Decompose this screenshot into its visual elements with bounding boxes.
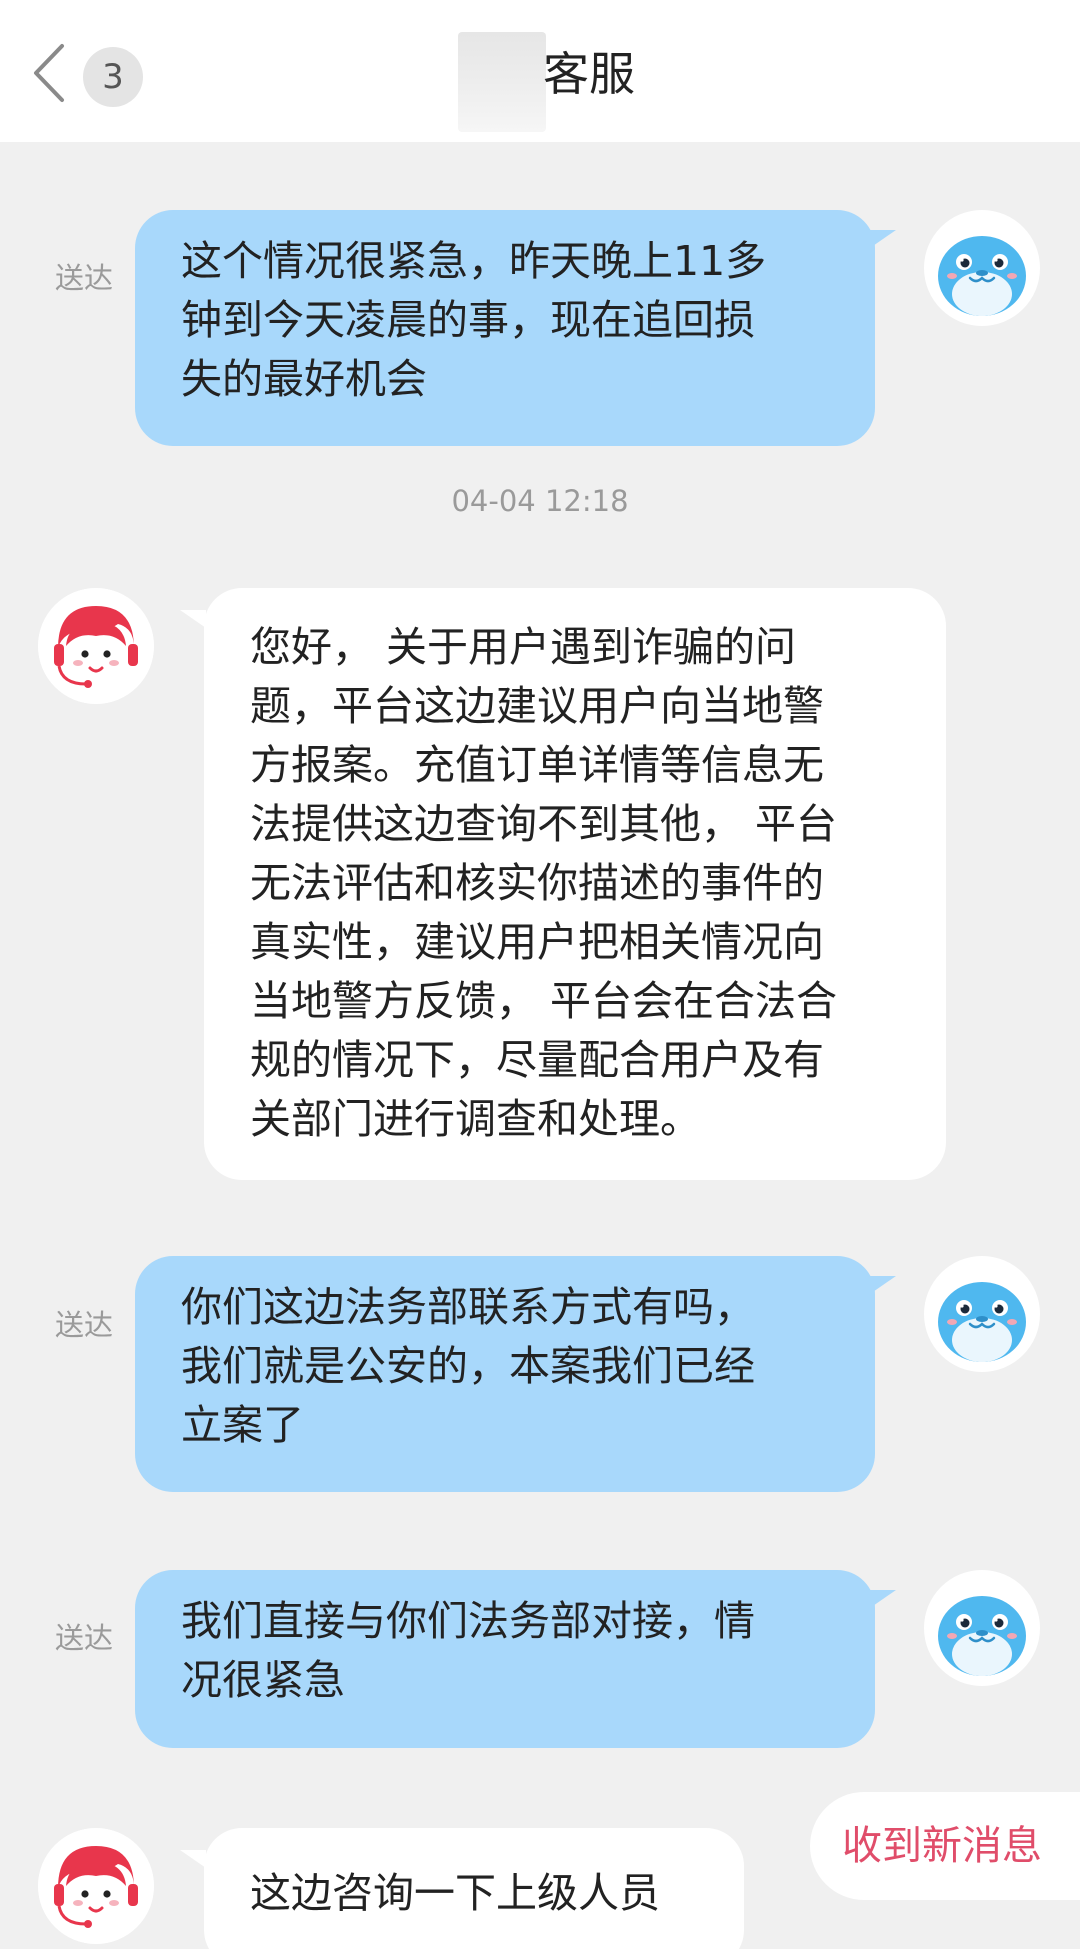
header-bar: 3 客服 xyxy=(0,0,1080,142)
delivery-status: 送达 xyxy=(55,1621,114,1655)
received-bubble-tail xyxy=(180,610,206,628)
user-avatar-icon[interactable] xyxy=(924,1570,1040,1686)
sent-message-bubble[interactable]: 你们这边法务部联系方式有吗， 我们就是公安的，本案我们已经 立案了 xyxy=(135,1256,875,1492)
message-timestamp: 04-04 12:18 xyxy=(451,484,629,518)
delivery-status: 送达 xyxy=(55,261,114,295)
agent-avatar-icon[interactable] xyxy=(38,588,154,704)
received-message-bubble[interactable]: 这边咨询一下上级人员 xyxy=(204,1828,744,1949)
page-title: 客服 xyxy=(543,47,635,101)
received-bubble-tail xyxy=(180,1850,206,1868)
user-avatar-icon[interactable] xyxy=(924,1256,1040,1372)
back-chevron-icon[interactable] xyxy=(30,42,70,104)
sent-bubble-tail xyxy=(870,230,896,248)
chat-screen: 3 客服 送达 这个情况很紧急，昨天晚上11多 钟到今天凌晨的事，现在追回损 失… xyxy=(0,0,1080,1949)
sent-message-bubble[interactable]: 这个情况很紧急，昨天晚上11多 钟到今天凌晨的事，现在追回损 失的最好机会 xyxy=(135,210,875,446)
user-avatar-icon[interactable] xyxy=(924,210,1040,326)
sent-message-bubble[interactable]: 我们直接与你们法务部对接，情 况很紧急 xyxy=(135,1570,875,1748)
redacted-title-blur xyxy=(458,32,546,132)
sent-bubble-tail xyxy=(870,1590,896,1608)
delivery-status: 送达 xyxy=(55,1308,114,1342)
new-message-button[interactable]: 收到新消息 xyxy=(810,1792,1080,1900)
sent-bubble-tail xyxy=(870,1276,896,1294)
unread-count-badge[interactable]: 3 xyxy=(83,47,143,107)
received-message-bubble[interactable]: 您好， 关于用户遇到诈骗的问 题，平台这边建议用户向当地警 方报案。充值订单详情… xyxy=(204,588,946,1180)
agent-avatar-icon[interactable] xyxy=(38,1828,154,1944)
